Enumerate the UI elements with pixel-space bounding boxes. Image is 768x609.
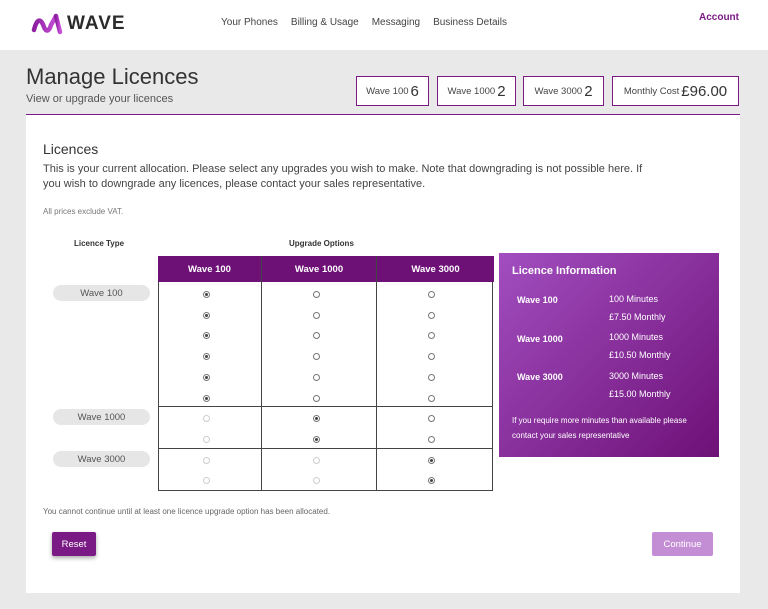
upgrade-radio-wave-100	[203, 415, 210, 423]
licences-description: This is your current allocation. Please …	[43, 163, 643, 190]
upgrade-radio-wave-100	[203, 456, 210, 464]
info-minutes: 1000 Minutes	[609, 332, 664, 342]
upgrade-radio-wave-100[interactable]	[203, 291, 210, 298]
reset-button[interactable]: Reset	[52, 532, 96, 556]
nav-your-phones[interactable]: Your Phones	[221, 17, 278, 28]
grid-group-divider	[159, 406, 492, 407]
wave-logo-icon	[31, 13, 63, 35]
upgrade-radio-wave-100[interactable]	[203, 353, 210, 361]
info-price: £7.50 Monthly	[609, 312, 666, 322]
upgrade-radio-wave-3000[interactable]	[428, 291, 435, 298]
grid-divider	[376, 256, 377, 490]
upgrade-radio-wave-1000[interactable]	[313, 311, 320, 319]
logo[interactable]: WAVE	[31, 13, 126, 35]
upgrade-radio-wave-100[interactable]	[203, 311, 210, 319]
grid-header-wave-1000: Wave 1000	[262, 256, 376, 282]
licence-type-wave-1000: Wave 1000	[53, 409, 150, 425]
upgrade-radio-wave-1000[interactable]	[313, 353, 320, 361]
upgrade-radio-wave-1000[interactable]	[313, 291, 320, 298]
stat-label: Wave 3000	[534, 85, 583, 97]
upgrade-radio-wave-100	[203, 477, 210, 485]
stat-label: Monthly Cost	[623, 85, 680, 97]
upgrade-radio-wave-100[interactable]	[203, 394, 210, 402]
upgrade-options-heading: Upgrade Options	[289, 239, 354, 248]
stat-value: 6	[410, 82, 419, 100]
licences-title: Licences	[43, 141, 99, 157]
upgrade-radio-wave-1000[interactable]	[313, 394, 320, 402]
stat-value: 2	[584, 82, 593, 100]
stat-value: 2	[497, 82, 506, 100]
info-price: £15.00 Monthly	[609, 389, 671, 399]
info-name: Wave 1000	[517, 334, 563, 344]
continue-button[interactable]: Continue	[652, 532, 713, 556]
info-name: Wave 100	[517, 295, 558, 305]
stat-wave-1000: Wave 1000 2	[437, 76, 516, 106]
info-minutes: 3000 Minutes	[609, 371, 664, 381]
upgrade-radio-wave-1000	[313, 477, 320, 485]
upgrade-radio-wave-3000[interactable]	[428, 332, 435, 340]
continue-warning: You cannot continue until at least one l…	[43, 507, 331, 516]
stat-label: Wave 100	[366, 85, 409, 97]
grid-divider	[261, 256, 262, 490]
page-title: Manage Licences	[26, 64, 199, 89]
upgrade-radio-wave-3000[interactable]	[428, 435, 435, 443]
logo-text: WAVE	[67, 13, 126, 34]
upgrade-options-grid: Wave 100 Wave 1000 Wave 3000	[158, 256, 494, 491]
upgrade-radio-wave-3000[interactable]	[428, 353, 435, 361]
grid-header-wave-100: Wave 100	[158, 256, 261, 282]
upgrade-radio-wave-100[interactable]	[203, 373, 210, 381]
stat-wave-100: Wave 100 6	[356, 76, 429, 106]
stat-value: £96.00	[681, 82, 728, 100]
nav-messaging[interactable]: Messaging	[372, 17, 420, 28]
info-name: Wave 3000	[517, 372, 563, 382]
stat-monthly-cost: Monthly Cost £96.00	[612, 76, 739, 106]
upgrade-radio-wave-1000[interactable]	[313, 373, 320, 381]
upgrade-radio-wave-3000[interactable]	[428, 477, 435, 485]
page-subtitle: View or upgrade your licences	[26, 93, 174, 105]
upgrade-radio-wave-100[interactable]	[203, 332, 210, 340]
licence-type-wave-3000: Wave 3000	[53, 451, 150, 467]
stat-label: Wave 1000	[447, 85, 496, 97]
licence-type-wave-100: Wave 100	[53, 285, 150, 301]
stat-wave-3000: Wave 3000 2	[523, 76, 604, 106]
upgrade-radio-wave-3000[interactable]	[428, 373, 435, 381]
licences-card: Licences This is your current allocation…	[26, 115, 740, 593]
info-price: £10.50 Monthly	[609, 350, 671, 360]
grid-header-wave-3000: Wave 3000	[377, 256, 494, 282]
licence-info-note: If you require more minutes than availab…	[512, 416, 687, 440]
licence-info-title: Licence Information	[512, 265, 617, 277]
nav-business-details[interactable]: Business Details	[433, 17, 507, 28]
upgrade-radio-wave-1000	[313, 456, 320, 464]
upgrade-radio-wave-3000[interactable]	[428, 311, 435, 319]
licence-info-panel: Licence Information Wave 100 100 Minutes…	[499, 253, 719, 457]
upgrade-radio-wave-1000[interactable]	[313, 415, 320, 423]
top-bar: WAVE Your Phones Billing & Usage Messagi…	[0, 0, 768, 50]
account-link[interactable]: Account	[699, 12, 739, 23]
info-minutes: 100 Minutes	[609, 294, 659, 304]
upgrade-radio-wave-1000[interactable]	[313, 332, 320, 340]
nav-billing-usage[interactable]: Billing & Usage	[291, 17, 359, 28]
main-nav: Your Phones Billing & Usage Messaging Bu…	[221, 17, 520, 28]
vat-note: All prices exclude VAT.	[43, 207, 124, 216]
upgrade-radio-wave-3000[interactable]	[428, 394, 435, 402]
upgrade-radio-wave-3000[interactable]	[428, 415, 435, 423]
upgrade-radio-wave-3000[interactable]	[428, 456, 435, 464]
grid-group-divider	[159, 448, 492, 449]
upgrade-radio-wave-100	[203, 435, 210, 443]
licence-type-heading: Licence Type	[74, 239, 125, 248]
upgrade-radio-wave-1000[interactable]	[313, 435, 320, 443]
